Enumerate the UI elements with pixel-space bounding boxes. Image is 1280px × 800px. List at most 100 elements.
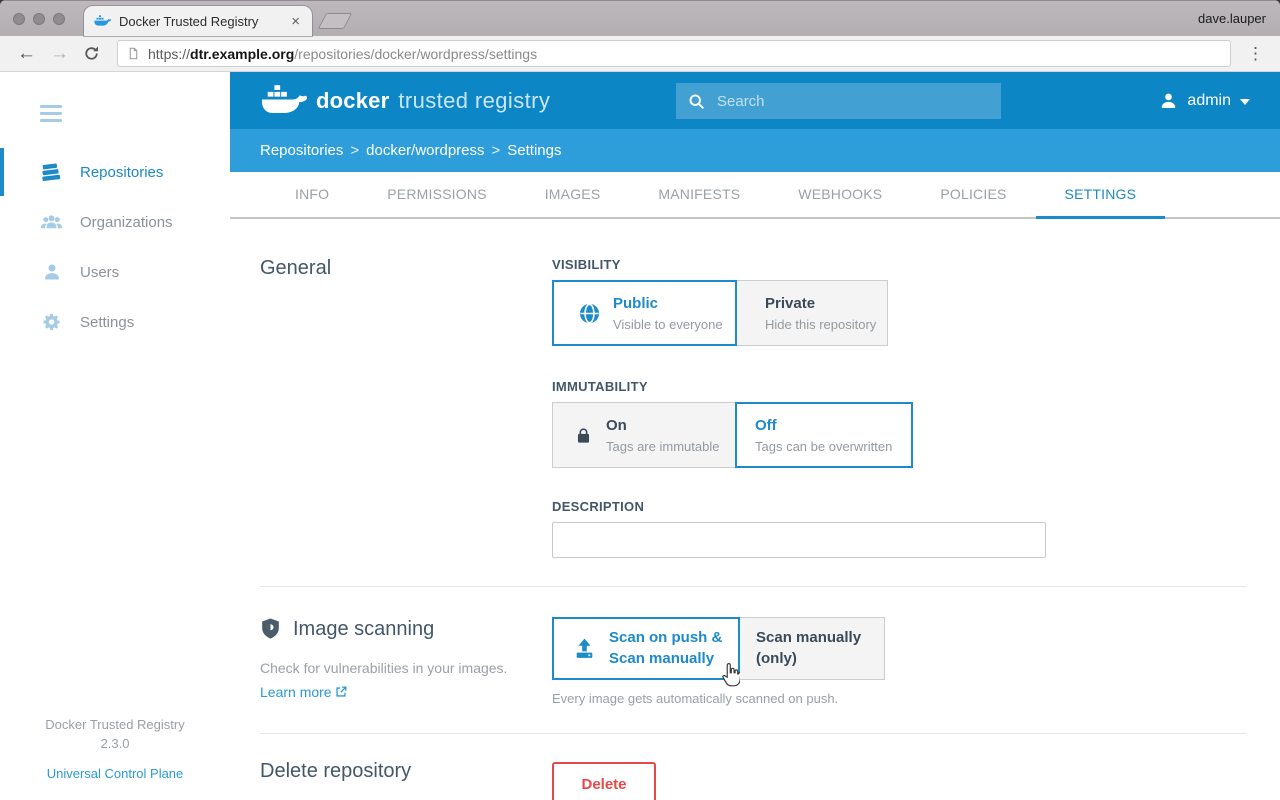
- forward-button: →: [43, 44, 76, 63]
- tab-policies[interactable]: POLICIES: [911, 172, 1035, 217]
- description-input[interactable]: [552, 522, 1046, 558]
- new-tab-button[interactable]: [318, 13, 353, 29]
- scan-mode-toggle: Scan on push & Scan manually Scan manual…: [552, 617, 1246, 680]
- scan-on-push-option[interactable]: Scan on push & Scan manually: [552, 617, 740, 680]
- public-option-title: Public: [613, 294, 723, 314]
- browser-tab[interactable]: Docker Trusted Registry ×: [84, 6, 312, 36]
- scan-push-line2: Scan manually: [609, 649, 722, 669]
- breadcrumb-repositories[interactable]: Repositories: [260, 142, 343, 159]
- lock-icon: [574, 425, 593, 446]
- address-bar[interactable]: https://dtr.example.org/repositories/doc…: [117, 40, 1231, 67]
- search-box[interactable]: [676, 83, 1001, 119]
- section-delete-repository: Delete repository Delete: [260, 734, 1246, 800]
- sidebar: Repositories Organizations Users: [0, 72, 230, 800]
- sidebar-item-label: Repositories: [80, 164, 163, 181]
- browser-menu-icon[interactable]: ⋮: [1241, 44, 1270, 64]
- desktop: { "browser": { "user": "dave.lauper", "t…: [0, 0, 1280, 800]
- logo-word-trusted-registry: trusted registry: [398, 88, 550, 114]
- url-scheme: https://: [148, 46, 190, 62]
- scan-manual-option[interactable]: Scan manually (only): [739, 617, 885, 680]
- page-icon: [127, 46, 140, 61]
- breadcrumb-separator: >: [350, 142, 359, 159]
- url-text: https://dtr.example.org/repositories/doc…: [148, 46, 537, 62]
- private-option-title: Private: [765, 294, 876, 314]
- dtr-logo: docker trusted registry: [261, 84, 550, 117]
- gear-icon: [40, 311, 63, 334]
- search-input[interactable]: [717, 93, 989, 110]
- external-link-icon: [334, 685, 348, 699]
- product-name: Docker Trusted Registry: [0, 716, 230, 735]
- description-label: DESCRIPTION: [552, 499, 1246, 514]
- docker-whale-icon: [261, 84, 307, 117]
- general-title: General: [260, 257, 552, 280]
- on-option-title: On: [606, 416, 719, 436]
- learn-more-link[interactable]: Learn more: [260, 684, 348, 700]
- organizations-icon: [40, 211, 63, 234]
- breadcrumb-repo[interactable]: docker/wordpress: [366, 142, 484, 159]
- off-option-desc: Tags can be overwritten: [755, 439, 892, 454]
- hamburger-menu-icon[interactable]: [40, 105, 62, 122]
- visibility-public-option[interactable]: Public Visible to everyone: [552, 280, 737, 346]
- window-close-button[interactable]: [13, 13, 25, 25]
- section-general: General VISIBILITY Pu: [260, 219, 1246, 587]
- delete-button[interactable]: Delete: [552, 762, 656, 800]
- url-path: /repositories/docker/wordpress/settings: [294, 46, 537, 62]
- immutability-group: IMMUTABILITY On Tags are immutable: [552, 379, 1246, 468]
- tab-settings[interactable]: SETTINGS: [1036, 172, 1166, 217]
- visibility-private-option[interactable]: Private Hide this repository: [736, 280, 888, 346]
- tab-permissions[interactable]: PERMISSIONS: [358, 172, 515, 217]
- upload-icon: [572, 636, 597, 661]
- image-scanning-subtitle: Check for vulnerabilities in your images…: [260, 660, 552, 676]
- logo-word-docker: docker: [316, 88, 389, 114]
- sidebar-footer: Docker Trusted Registry 2.3.0 Universal …: [0, 716, 230, 784]
- immutability-off-option[interactable]: Off Tags can be overwritten: [735, 402, 913, 468]
- tab-webhooks[interactable]: WEBHOOKS: [769, 172, 911, 217]
- sidebar-item-repositories[interactable]: Repositories: [0, 147, 230, 197]
- breadcrumb-settings: Settings: [507, 142, 561, 159]
- tab-info[interactable]: INFO: [266, 172, 358, 217]
- window-minimize-button[interactable]: [33, 13, 45, 25]
- globe-icon: [578, 302, 601, 325]
- search-icon: [688, 93, 705, 110]
- ucp-link[interactable]: Universal Control Plane: [47, 765, 184, 784]
- chevron-down-icon: [1240, 99, 1250, 105]
- account-menu[interactable]: admin: [1159, 72, 1250, 129]
- visibility-group: VISIBILITY Public Visible to everyone: [552, 257, 1246, 346]
- private-option-desc: Hide this repository: [765, 317, 876, 332]
- scan-manual-line2: (only): [756, 649, 861, 669]
- delete-repository-title: Delete repository: [260, 760, 552, 783]
- tab-images[interactable]: IMAGES: [516, 172, 630, 217]
- visibility-toggle: Public Visible to everyone Private Hide …: [552, 280, 1246, 346]
- tab-title: Docker Trusted Registry: [119, 14, 289, 29]
- app-header: docker trusted registry admin: [230, 72, 1280, 129]
- learn-more-label: Learn more: [260, 684, 332, 700]
- sidebar-item-settings[interactable]: Settings: [0, 297, 230, 347]
- back-button[interactable]: ←: [10, 44, 43, 63]
- tab-close-icon[interactable]: ×: [289, 14, 302, 29]
- immutability-toggle: On Tags are immutable Off Tags can be ov…: [552, 402, 1246, 468]
- product-version: 2.3.0: [0, 735, 230, 754]
- dtr-app: Repositories Organizations Users: [0, 72, 1280, 800]
- visibility-label: VISIBILITY: [552, 257, 1246, 272]
- scan-push-line1: Scan on push &: [609, 628, 722, 648]
- sidebar-item-label: Settings: [80, 314, 134, 331]
- sidebar-item-label: Users: [80, 264, 119, 281]
- repo-tab-bar: INFO PERMISSIONS IMAGES MANIFESTS WEBHOO…: [230, 172, 1280, 219]
- docker-favicon: [94, 14, 111, 28]
- os-username: dave.lauper: [1198, 1, 1266, 36]
- sidebar-item-users[interactable]: Users: [0, 247, 230, 297]
- settings-content: General VISIBILITY Pu: [230, 219, 1280, 800]
- sidebar-item-organizations[interactable]: Organizations: [0, 197, 230, 247]
- window-zoom-button[interactable]: [53, 13, 65, 25]
- browser-tabstrip: Docker Trusted Registry × dave.lauper: [0, 0, 1280, 36]
- immutability-label: IMMUTABILITY: [552, 379, 1246, 394]
- breadcrumb: Repositories > docker/wordpress > Settin…: [230, 129, 1280, 172]
- breadcrumb-separator: >: [492, 142, 501, 159]
- repositories-icon: [40, 161, 63, 184]
- user-icon: [1159, 91, 1178, 110]
- tab-manifests[interactable]: MANIFESTS: [629, 172, 769, 217]
- image-scanning-title: Image scanning: [293, 618, 434, 641]
- reload-button[interactable]: [76, 45, 107, 62]
- sidebar-nav: Repositories Organizations Users: [0, 147, 230, 347]
- immutability-on-option[interactable]: On Tags are immutable: [552, 402, 736, 468]
